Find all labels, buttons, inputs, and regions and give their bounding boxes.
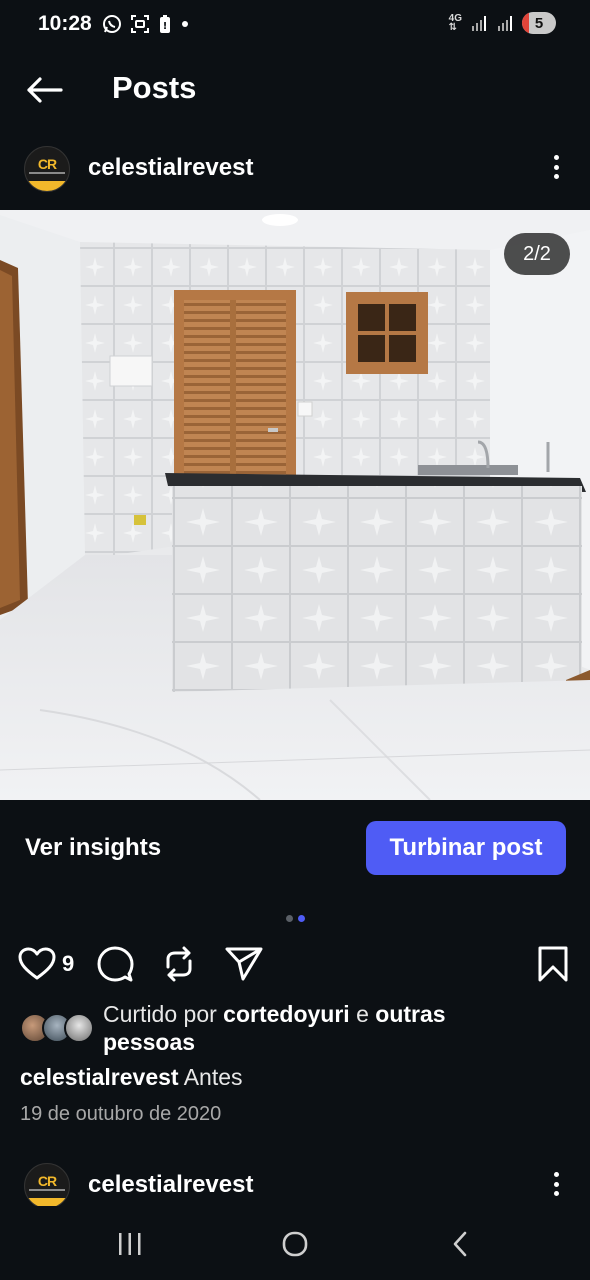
more-dot [553, 155, 559, 160]
liker-avatars [20, 1013, 96, 1043]
system-navigation-bar [0, 1206, 590, 1280]
avatar[interactable]: CR [24, 146, 70, 192]
more-dot [553, 174, 559, 179]
chevron-left-icon [453, 1231, 467, 1257]
recent-apps-button[interactable] [100, 1224, 160, 1264]
avatar-logo-mark: CR [37, 156, 57, 172]
post-actions: 9 [0, 940, 590, 988]
post-username[interactable]: celestialrevest [88, 154, 253, 182]
insights-row: Ver insights Turbinar post [0, 820, 590, 878]
more-dot [553, 1172, 559, 1177]
system-back-button[interactable] [430, 1224, 490, 1264]
post-caption: celestialrevest Antes [20, 1064, 243, 1091]
whatsapp-icon [103, 15, 121, 33]
battery-saver-icon: ! [160, 15, 170, 33]
liked-user[interactable]: cortedoyuri [223, 1001, 350, 1027]
like-group: 9 [18, 944, 74, 984]
repost-button[interactable] [160, 944, 198, 984]
avatar[interactable]: CR [24, 1163, 70, 1209]
liked-by-row[interactable]: Curtido por cortedoyuri e outras pessoas [20, 998, 580, 1058]
screenshot-icon [131, 15, 149, 33]
more-options-button[interactable] [544, 152, 568, 182]
carousel-dot [298, 915, 305, 922]
photo-counter: 2/2 [504, 233, 570, 275]
status-bar: 10:28 ! 4G ⇅ 5 [0, 0, 590, 50]
more-options-button[interactable] [544, 1169, 568, 1199]
avatar-logo-stripe [25, 181, 69, 191]
repost-icon [166, 946, 192, 982]
battery-indicator: 5 [522, 12, 556, 34]
liked-by-text[interactable]: Curtido por cortedoyuri e outras pessoas [103, 1000, 523, 1056]
avatar-logo-line [29, 1189, 65, 1191]
page-title: Posts [112, 70, 197, 105]
liked-prefix: Curtido por [103, 1001, 224, 1027]
avatar-logo-line [29, 172, 65, 174]
boost-post-button[interactable]: Turbinar post [366, 821, 566, 875]
avatar-logo-mark: CR [37, 1173, 57, 1189]
home-button[interactable] [265, 1224, 325, 1264]
liked-connector: e [349, 1001, 376, 1027]
status-icons-left: ! [102, 14, 190, 34]
recent-apps-icon [119, 1233, 141, 1255]
signal-icon [498, 16, 512, 31]
bookmark-icon [538, 946, 568, 982]
arrow-left-icon [27, 77, 63, 103]
post-photo[interactable] [0, 210, 590, 800]
data-arrows: ⇅ [448, 22, 458, 33]
caption-username[interactable]: celestialrevest [20, 1064, 179, 1090]
next-post-username[interactable]: celestialrevest [88, 1171, 253, 1199]
avatar [64, 1013, 94, 1043]
heart-icon[interactable] [18, 947, 56, 981]
caption-text: Antes [178, 1064, 243, 1090]
post-date: 19 de outubro de 2020 [20, 1103, 222, 1125]
status-icons-right: 4G ⇅ 5 [449, 12, 556, 34]
status-time: 10:28 [38, 12, 92, 35]
battery-level: 5 [534, 14, 544, 32]
home-icon [282, 1231, 308, 1257]
signal-icon [472, 16, 486, 31]
save-button[interactable] [536, 944, 570, 984]
dot-icon [182, 21, 188, 27]
more-dot [553, 164, 559, 170]
view-insights-link[interactable]: Ver insights [25, 834, 161, 862]
carousel-dot [286, 915, 293, 922]
header: Posts [0, 62, 590, 118]
send-icon [225, 947, 263, 981]
like-count[interactable]: 9 [62, 951, 74, 977]
comment-button[interactable] [96, 944, 134, 984]
svg-text:!: ! [163, 21, 168, 32]
carousel-indicator [286, 915, 305, 922]
post-header: CR celestialrevest [0, 140, 590, 200]
more-dot [553, 1191, 559, 1196]
comment-icon [97, 946, 134, 982]
kitchen-photo [0, 210, 590, 800]
share-button[interactable] [224, 944, 264, 984]
network-type: 4G ⇅ [448, 14, 462, 33]
more-dot [553, 1181, 559, 1187]
back-button[interactable] [22, 70, 66, 110]
